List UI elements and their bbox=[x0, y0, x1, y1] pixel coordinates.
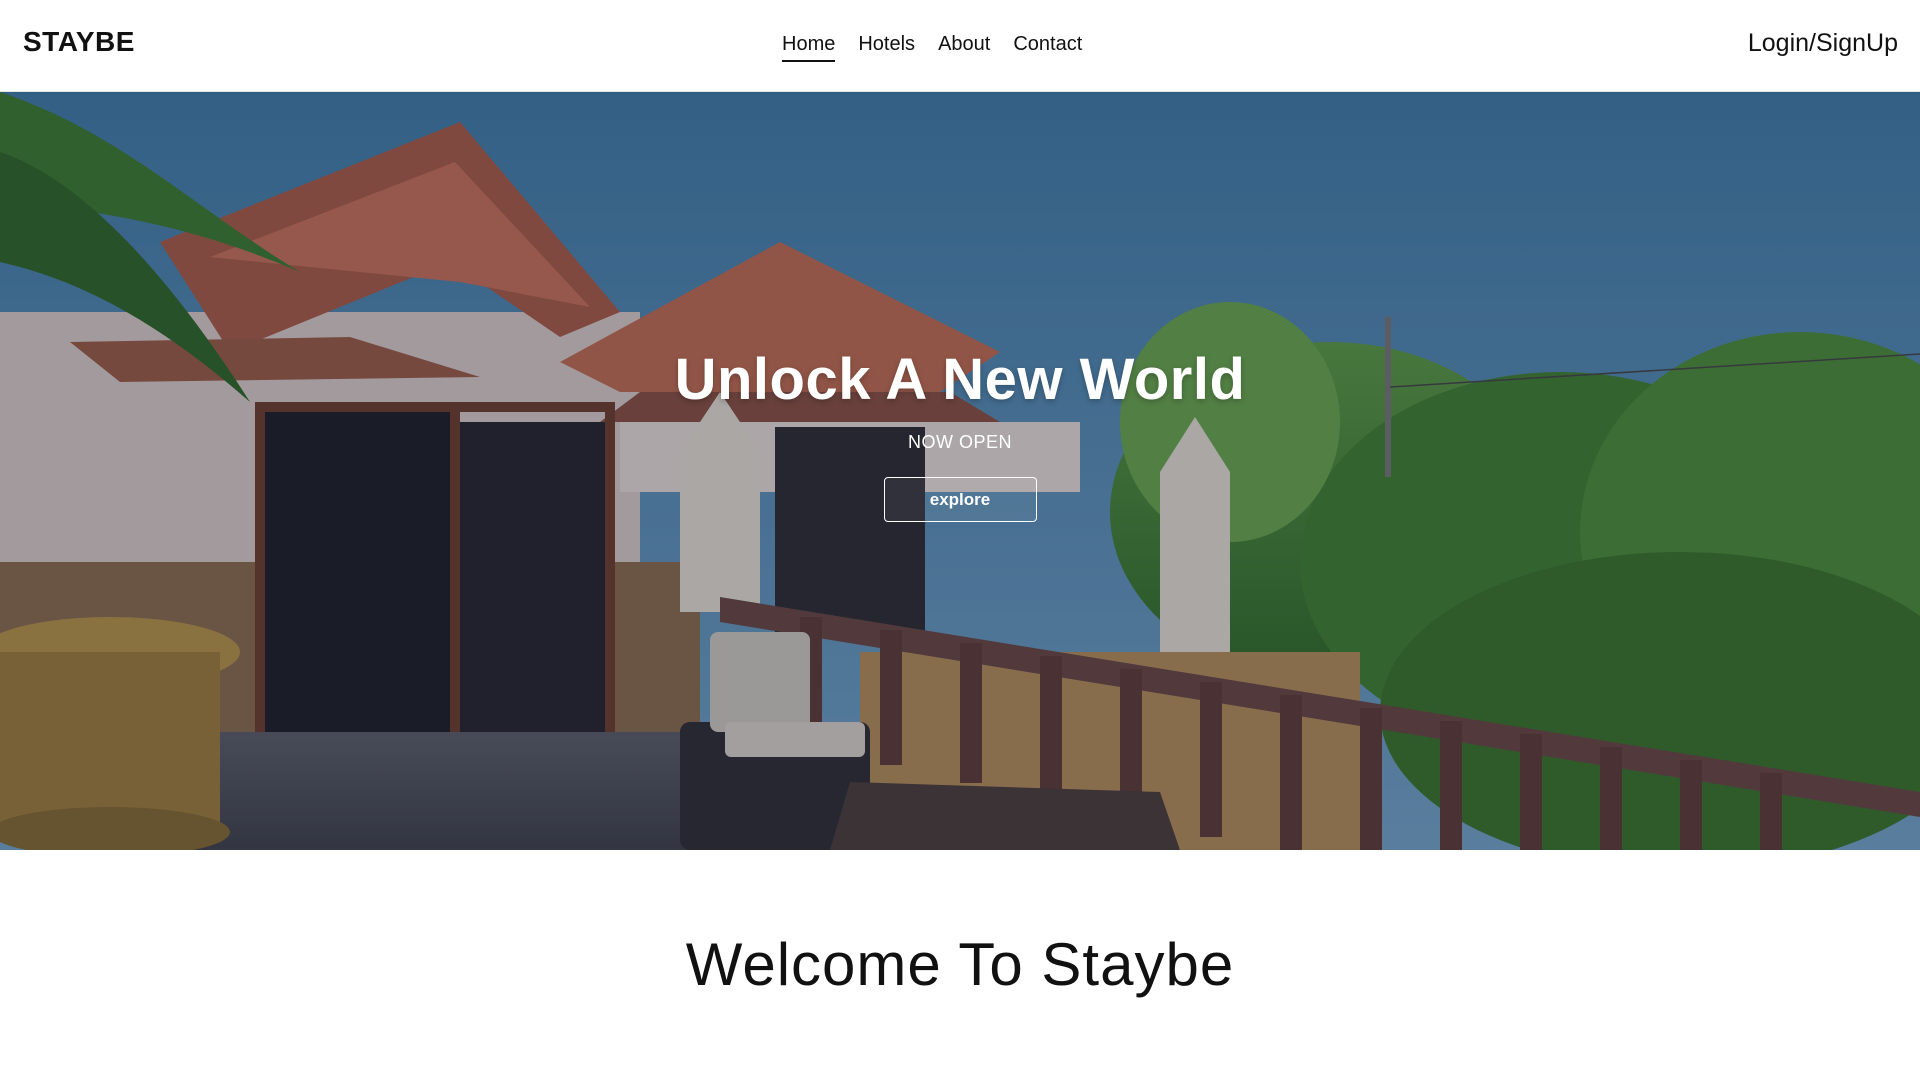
main-nav: Home Hotels About Contact bbox=[782, 32, 1082, 62]
welcome-heading: Welcome To Staybe bbox=[685, 931, 1235, 998]
hero-subtitle: NOW OPEN bbox=[907, 432, 1012, 452]
site-header: STAYBE Home Hotels About Contact Login/S… bbox=[0, 0, 1920, 92]
nav-contact[interactable]: Contact bbox=[1013, 32, 1082, 62]
nav-about[interactable]: About bbox=[938, 32, 990, 62]
hero-title: Unlock A New World bbox=[674, 347, 1246, 412]
explore-button[interactable]: explore bbox=[883, 477, 1037, 522]
hero-section: Unlock A New World NOW OPEN explore bbox=[0, 92, 1920, 850]
login-signup-link[interactable]: Login/SignUp bbox=[1748, 29, 1898, 58]
nav-hotels[interactable]: Hotels bbox=[858, 32, 915, 62]
nav-home[interactable]: Home bbox=[782, 32, 836, 62]
hero-content: Unlock A New World NOW OPEN explore bbox=[660, 347, 1260, 522]
brand-logo[interactable]: STAYBE bbox=[23, 26, 135, 58]
